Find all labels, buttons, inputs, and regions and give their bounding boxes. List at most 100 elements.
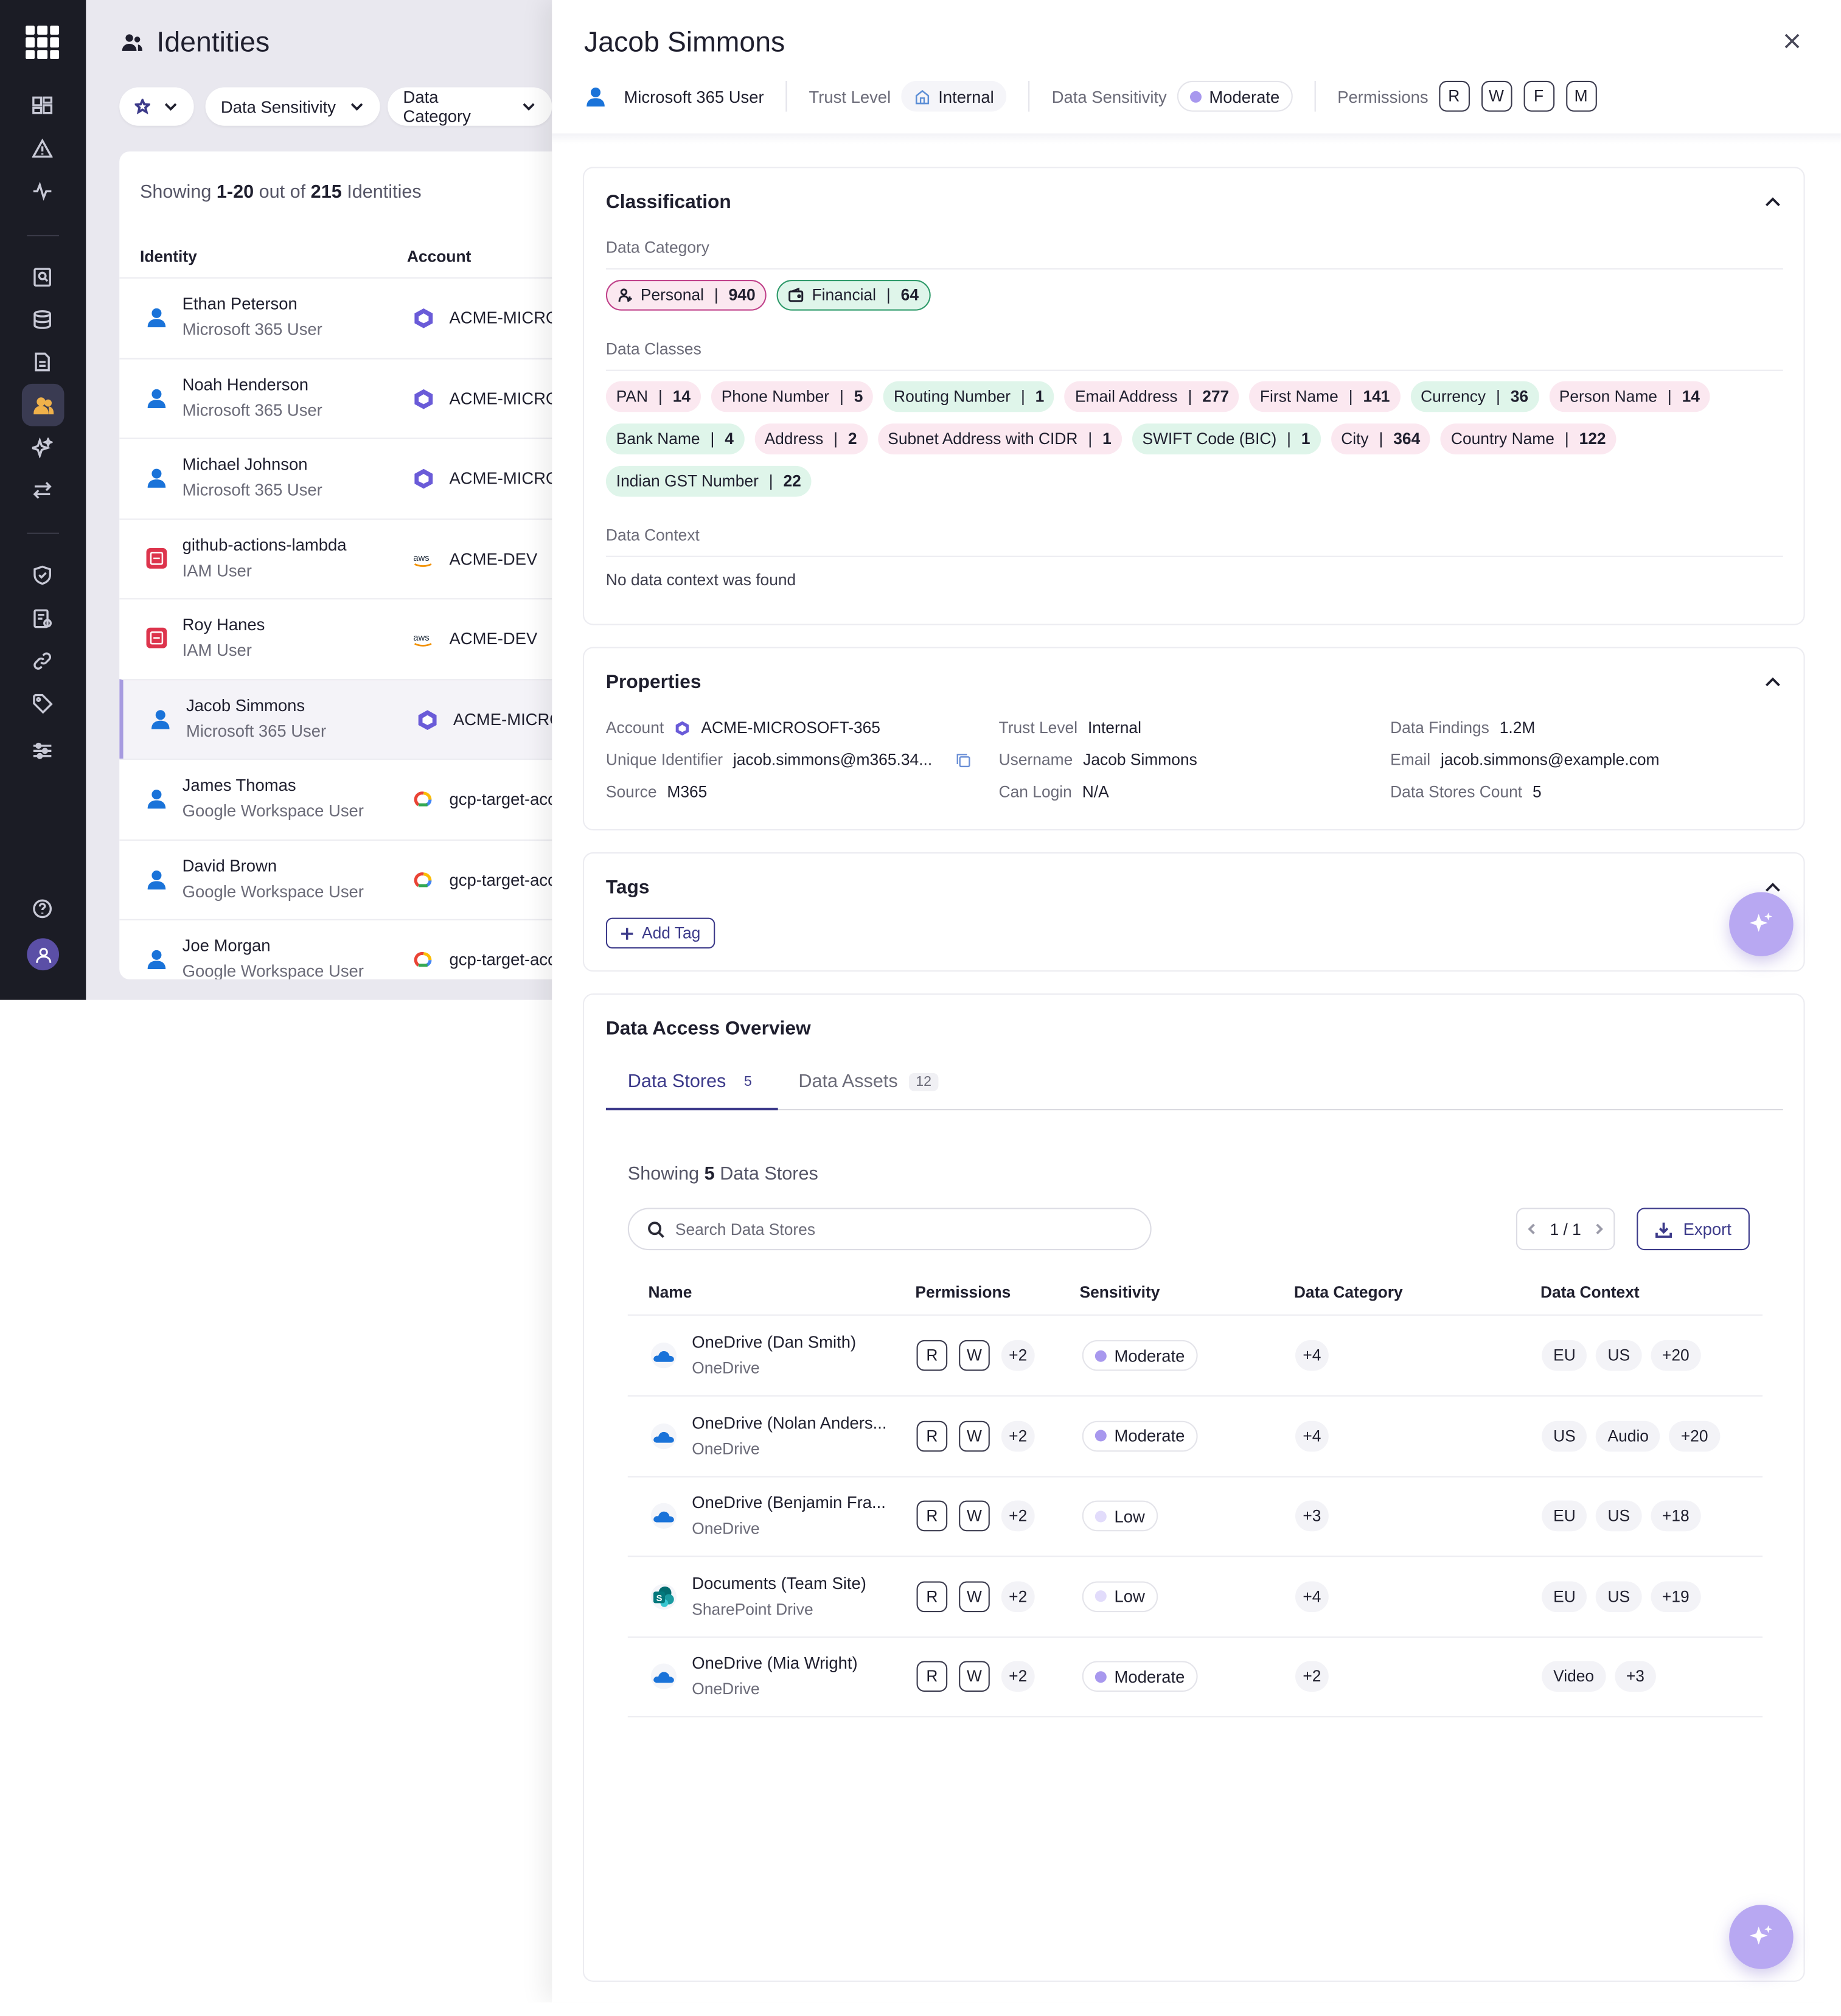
chevron-left-icon[interactable] <box>1526 1223 1538 1235</box>
sensitivity-dot-icon <box>1095 1670 1107 1683</box>
column-header-data-context[interactable]: Data Context <box>1540 1284 1640 1302</box>
data-class-chip[interactable]: Routing Number | 1 <box>883 381 1055 412</box>
shield-icon[interactable] <box>28 561 56 589</box>
permission-badge: W <box>1481 80 1512 112</box>
identity-type: IAM User <box>182 560 252 580</box>
context-chip: EU <box>1542 1580 1587 1612</box>
dashboard-icon[interactable] <box>28 91 56 119</box>
findings-icon[interactable] <box>28 263 56 291</box>
identities-icon[interactable] <box>21 383 64 426</box>
table-row[interactable]: David Brown Google Workspace User gcp-targ… <box>119 838 552 919</box>
more-permissions-badge[interactable]: +2 <box>1001 1500 1035 1532</box>
download-icon <box>1655 1222 1672 1237</box>
user-avatar-icon[interactable] <box>27 938 60 971</box>
more-permissions-badge[interactable]: +2 <box>1001 1420 1035 1451</box>
data-store-name[interactable]: Documents (Team Site) <box>692 1573 866 1593</box>
column-header-permissions[interactable]: Permissions <box>915 1284 1011 1302</box>
table-row[interactable]: OneDrive (Nolan Anders... OneDrive R W +2 Mod… <box>627 1396 1763 1477</box>
collapse-button[interactable] <box>1764 674 1782 692</box>
column-header-data-category[interactable]: Data Category <box>1294 1284 1403 1302</box>
collapse-button[interactable] <box>1764 194 1782 212</box>
identity-name: Noah Henderson <box>182 374 309 394</box>
alert-icon[interactable] <box>28 135 56 163</box>
data-class-chip[interactable]: Bank Name | 4 <box>605 423 744 454</box>
data-class-chip[interactable]: Currency | 36 <box>1410 381 1539 412</box>
data-store-name[interactable]: OneDrive (Mia Wright) <box>692 1653 857 1673</box>
table-row[interactable]: Roy Hanes IAM User aws ACME-DEV <box>119 598 552 678</box>
tag-icon[interactable] <box>28 689 56 717</box>
table-row[interactable]: Jacob Simmons Microsoft 365 User ACME-MICR… <box>119 678 552 758</box>
data-class-chip[interactable]: Country Name | 122 <box>1441 423 1617 454</box>
data-store-name[interactable]: OneDrive (Dan Smith) <box>692 1332 856 1352</box>
data-class-chip[interactable]: Email Address | 277 <box>1065 381 1240 412</box>
activity-icon[interactable] <box>28 177 56 205</box>
more-categories-badge[interactable]: +3 <box>1295 1500 1329 1532</box>
column-header-sensitivity[interactable]: Sensitivity <box>1080 1284 1160 1302</box>
more-categories-badge[interactable]: +4 <box>1295 1580 1329 1612</box>
table-row[interactable]: OneDrive (Mia Wright) OneDrive R W +2 Moderat… <box>627 1636 1763 1718</box>
document-icon[interactable] <box>28 348 56 376</box>
more-context-badge[interactable]: +3 <box>1614 1661 1656 1692</box>
tab-data-stores[interactable]: Data Stores 5 <box>628 1072 759 1093</box>
data-class-chip[interactable]: Person Name | 14 <box>1548 381 1710 412</box>
search-input[interactable]: Search Data Stores <box>627 1208 1152 1251</box>
transfer-icon[interactable] <box>28 476 56 504</box>
link-icon[interactable] <box>28 647 56 675</box>
ai-assistant-button[interactable] <box>1729 892 1794 956</box>
data-class-chip[interactable]: PAN | 14 <box>605 381 701 412</box>
data-class-chip[interactable]: First Name | 141 <box>1249 381 1401 412</box>
more-context-badge[interactable]: +18 <box>1650 1500 1701 1532</box>
table-row[interactable]: Michael Johnson Microsoft 365 User ACME-MI… <box>119 437 552 518</box>
tab-data-assets[interactable]: Data Assets 12 <box>798 1072 938 1093</box>
favorites-filter[interactable] <box>119 87 194 126</box>
export-button[interactable]: Export <box>1637 1208 1750 1251</box>
more-permissions-badge[interactable]: +2 <box>1001 1661 1035 1692</box>
data-store-name[interactable]: OneDrive (Nolan Anders... <box>692 1413 886 1432</box>
data-class-chip[interactable]: City | 364 <box>1331 423 1431 454</box>
app-logo[interactable] <box>26 26 60 60</box>
table-row[interactable]: S Documents (Team Site) SharePoint Drive R W… <box>627 1556 1763 1638</box>
table-row[interactable]: James Thomas Google Workspace User gcp-tar… <box>119 759 552 838</box>
table-row[interactable]: OneDrive (Dan Smith) OneDrive R W +2 Moderate… <box>627 1316 1763 1397</box>
more-categories-badge[interactable]: +2 <box>1295 1661 1329 1692</box>
more-permissions-badge[interactable]: +2 <box>1001 1340 1035 1371</box>
sliders-icon[interactable] <box>28 737 56 765</box>
chevron-right-icon[interactable] <box>1593 1223 1604 1235</box>
help-icon[interactable] <box>28 895 56 923</box>
ai-assistant-button[interactable] <box>1729 1905 1794 1969</box>
table-row[interactable]: OneDrive (Benjamin Fra... OneDrive R W +2 Low… <box>627 1476 1763 1557</box>
data-category-label: Data Category <box>605 238 710 257</box>
more-categories-badge[interactable]: +4 <box>1295 1420 1329 1451</box>
policy-icon[interactable] <box>28 605 56 633</box>
sparkle-icon[interactable] <box>28 434 56 462</box>
data-class-chip[interactable]: Indian GST Number | 22 <box>605 465 812 497</box>
category-chip[interactable]: Personal | 940 <box>605 279 767 311</box>
table-row[interactable]: Ethan Peterson Microsoft 365 User ACME-MIC… <box>119 277 552 357</box>
add-tag-button[interactable]: Add Tag <box>605 917 715 949</box>
data-sensitivity-filter[interactable]: Data Sensitivity <box>205 87 380 126</box>
identity-type: IAM User <box>182 640 252 660</box>
database-icon[interactable] <box>28 305 56 333</box>
more-categories-badge[interactable]: +4 <box>1295 1340 1329 1371</box>
column-header-account[interactable]: Account <box>407 248 471 266</box>
more-permissions-badge[interactable]: +2 <box>1001 1580 1035 1612</box>
data-context-label: Data Context <box>605 526 700 544</box>
table-row[interactable]: github-actions-lambda IAM User aws ACME-DEV <box>119 518 552 597</box>
table-row[interactable]: Joe Morgan Google Workspace User gcp-targe… <box>119 919 552 979</box>
data-class-chip[interactable]: SWIFT Code (BIC) | 1 <box>1132 423 1321 454</box>
more-context-badge[interactable]: +20 <box>1650 1340 1701 1371</box>
column-header-name[interactable]: Name <box>649 1284 692 1302</box>
data-store-name[interactable]: OneDrive (Benjamin Fra... <box>692 1493 886 1512</box>
identity-type: Google Workspace User <box>182 961 364 979</box>
data-class-chip[interactable]: Address | 2 <box>754 423 868 454</box>
more-context-badge[interactable]: +19 <box>1650 1580 1701 1612</box>
data-class-chip[interactable]: Subnet Address with CIDR | 1 <box>877 423 1122 454</box>
data-class-chip[interactable]: Phone Number | 5 <box>711 381 874 412</box>
data-category-filter[interactable]: Data Category <box>388 87 552 126</box>
column-header-identity[interactable]: Identity <box>140 248 197 266</box>
more-context-badge[interactable]: +20 <box>1669 1420 1720 1451</box>
close-button[interactable] <box>1782 31 1805 54</box>
category-chip[interactable]: Financial | 64 <box>777 279 930 311</box>
copy-icon[interactable] <box>955 751 972 768</box>
table-row[interactable]: Noah Henderson Microsoft 365 User ACME-MIC… <box>119 357 552 437</box>
